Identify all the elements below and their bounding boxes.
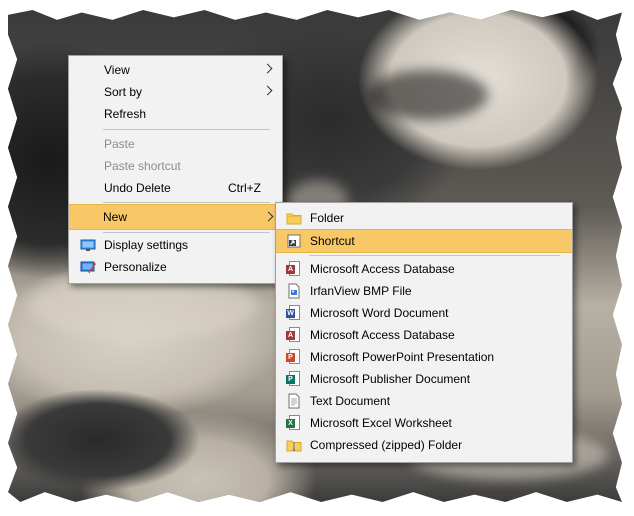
- new-item-excel-worksheet[interactable]: X Microsoft Excel Worksheet: [277, 412, 571, 434]
- menu-item-label: Microsoft Excel Worksheet: [310, 416, 452, 430]
- new-item-bmp-file[interactable]: IrfanView BMP File: [277, 280, 571, 302]
- menu-item-label: Display settings: [104, 238, 189, 252]
- menu-item-label: Refresh: [104, 107, 147, 121]
- menu-item-label: Shortcut: [310, 234, 355, 248]
- new-item-powerpoint-presentation[interactable]: P Microsoft PowerPoint Presentation: [277, 346, 571, 368]
- menu-item-paste-shortcut[interactable]: Paste shortcut: [70, 155, 281, 177]
- menu-item-undo-delete[interactable]: Undo Delete Ctrl+Z: [70, 177, 281, 199]
- text-document-icon: [286, 393, 302, 409]
- menu-separator: [103, 129, 270, 130]
- new-item-word-document[interactable]: W Microsoft Word Document: [277, 302, 571, 324]
- menu-item-label: New: [103, 210, 128, 224]
- folder-icon: [286, 210, 302, 226]
- menu-item-label: Microsoft Access Database: [310, 262, 455, 276]
- menu-item-label: Microsoft Access Database: [310, 328, 455, 342]
- menu-item-new[interactable]: New: [69, 204, 282, 230]
- menu-item-label: Text Document: [310, 394, 391, 408]
- bmp-file-icon: [286, 283, 302, 299]
- chevron-right-icon: [263, 211, 274, 222]
- new-item-text-document[interactable]: Text Document: [277, 390, 571, 412]
- menu-item-refresh[interactable]: Refresh: [70, 103, 281, 125]
- new-submenu: Folder Shortcut A Microsoft Access Datab…: [275, 202, 573, 463]
- shortcut-icon: [286, 233, 302, 249]
- menu-separator: [103, 232, 270, 233]
- menu-item-label: Folder: [310, 211, 345, 225]
- menu-separator: [309, 255, 560, 256]
- new-item-access-database-2[interactable]: A Microsoft Access Database: [277, 324, 571, 346]
- menu-item-label: Microsoft Publisher Document: [310, 372, 471, 386]
- menu-item-label: Microsoft Word Document: [310, 306, 449, 320]
- menu-item-personalize[interactable]: Personalize: [70, 256, 281, 278]
- new-item-compressed-folder[interactable]: Compressed (zipped) Folder: [277, 434, 571, 456]
- menu-item-label: Sort by: [104, 85, 143, 99]
- access-icon: A: [286, 261, 302, 277]
- menu-item-display-settings[interactable]: Display settings: [70, 234, 281, 256]
- menu-item-label: Undo Delete: [104, 181, 171, 195]
- menu-item-label: IrfanView BMP File: [310, 284, 412, 298]
- powerpoint-icon: P: [286, 349, 302, 365]
- menu-item-sort-by[interactable]: Sort by: [70, 81, 281, 103]
- access-icon: A: [286, 327, 302, 343]
- menu-separator: [103, 202, 270, 203]
- menu-item-label: View: [104, 63, 130, 77]
- new-item-access-database[interactable]: A Microsoft Access Database: [277, 258, 571, 280]
- excel-icon: X: [286, 415, 302, 431]
- chevron-right-icon: [262, 63, 273, 74]
- menu-item-label: Paste shortcut: [104, 159, 181, 173]
- menu-item-paste[interactable]: Paste: [70, 133, 281, 155]
- menu-item-label: Personalize: [104, 260, 167, 274]
- new-item-folder[interactable]: Folder: [277, 207, 571, 229]
- new-item-publisher-document[interactable]: P Microsoft Publisher Document: [277, 368, 571, 390]
- menu-item-label: Compressed (zipped) Folder: [310, 438, 463, 452]
- chevron-right-icon: [262, 85, 273, 96]
- word-icon: W: [286, 305, 302, 321]
- new-item-shortcut[interactable]: Shortcut: [276, 229, 572, 253]
- personalize-icon: [80, 259, 96, 275]
- menu-item-view[interactable]: View: [70, 59, 281, 81]
- desktop-context-menu: View Sort by Refresh Paste Paste shortcu…: [68, 55, 283, 284]
- zip-folder-icon: [286, 437, 302, 453]
- keyboard-shortcut: Ctrl+Z: [228, 181, 261, 195]
- display-settings-icon: [80, 237, 96, 253]
- menu-item-label: Paste: [104, 137, 135, 151]
- publisher-icon: P: [286, 371, 302, 387]
- menu-item-label: Microsoft PowerPoint Presentation: [310, 350, 495, 364]
